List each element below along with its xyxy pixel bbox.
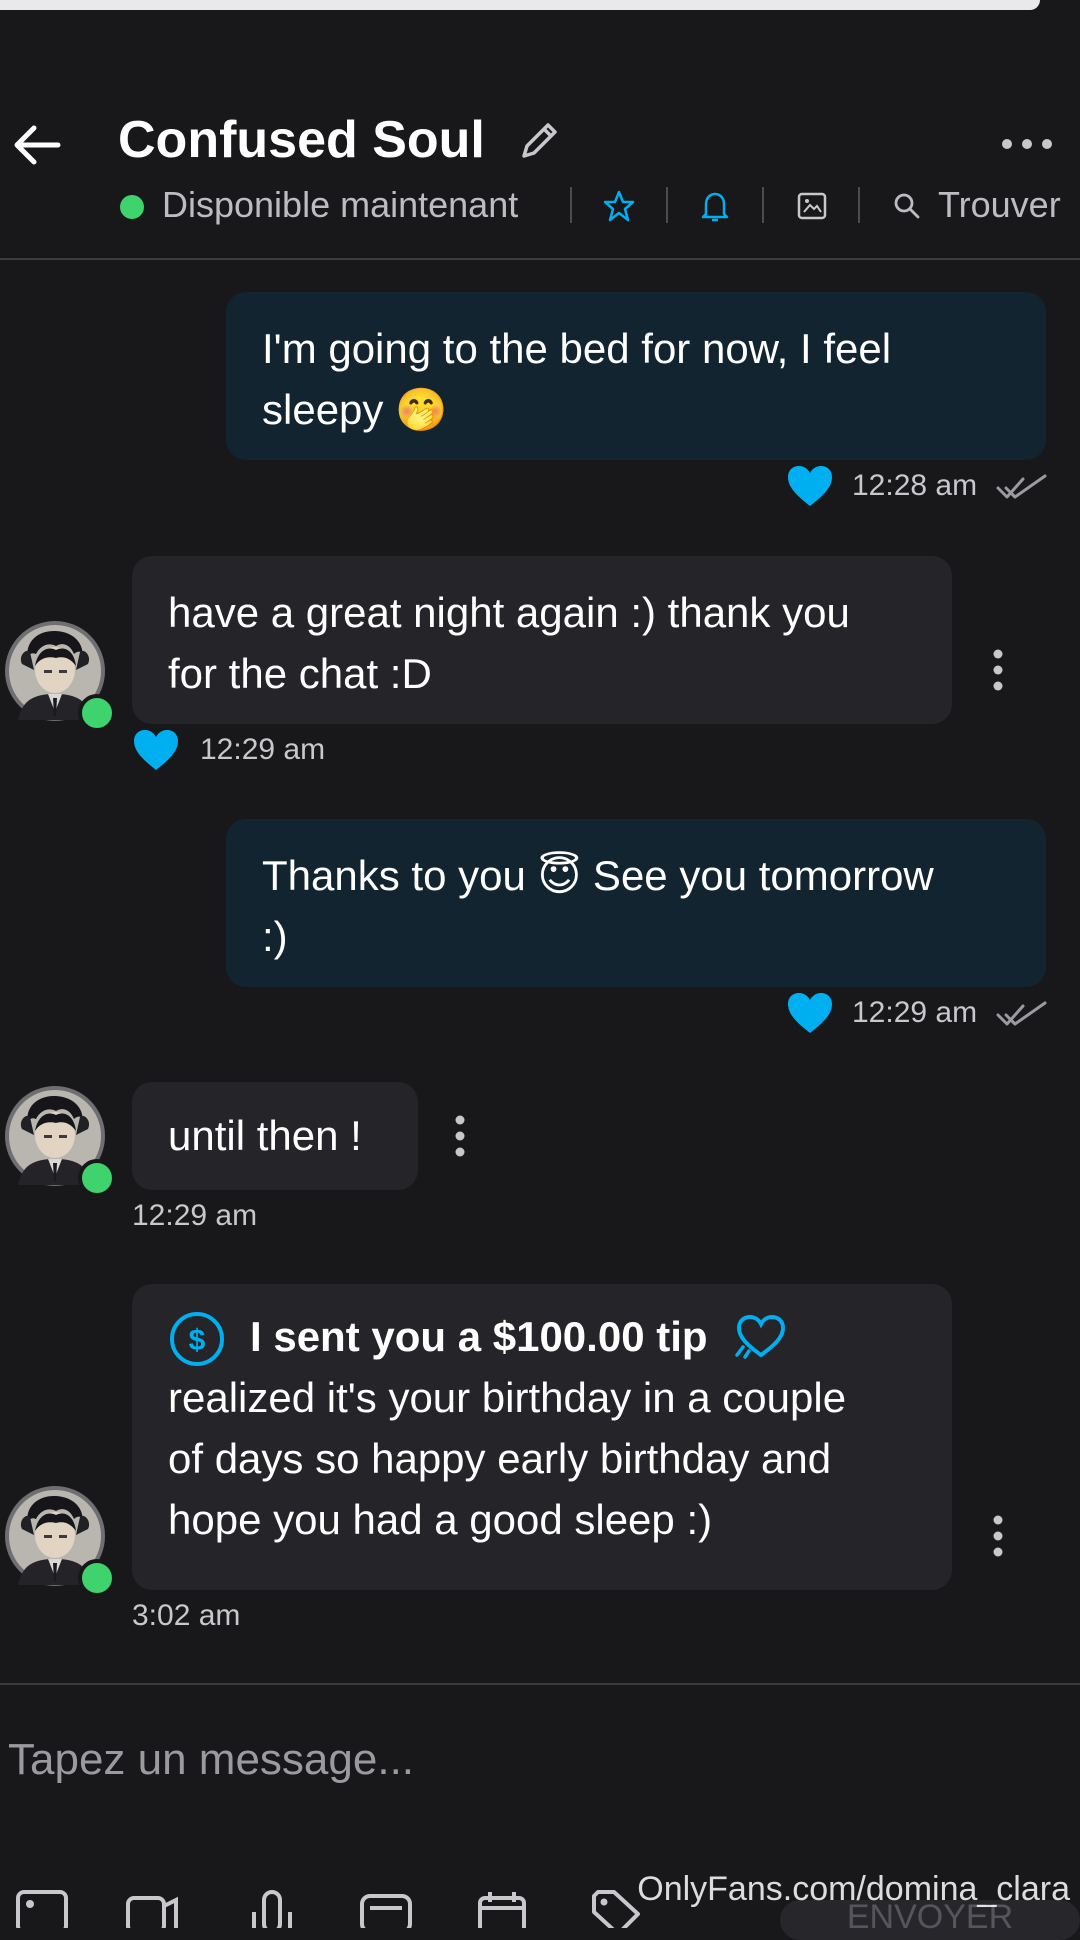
- top-edge: [0, 0, 1040, 10]
- message-meta: 12:28 am: [786, 462, 1056, 508]
- divider: [666, 187, 668, 223]
- message-text-line: I'm going to the bed for now, I feel: [262, 325, 892, 372]
- double-check-icon: [996, 1001, 1048, 1029]
- heart-icon[interactable]: [786, 991, 834, 1035]
- bell-icon[interactable]: [698, 189, 732, 223]
- price-tag-icon[interactable]: [588, 1888, 644, 1928]
- attach-image-icon[interactable]: [14, 1888, 70, 1928]
- find-button[interactable]: Trouver: [892, 183, 1072, 227]
- status-row: Disponible maintenant Trouver: [0, 175, 1080, 235]
- chat-header: Confused Soul Disponible maintenant Trou…: [0, 32, 1080, 260]
- tip-message-bubble[interactable]: $ I sent you a $100.00 tip realized it's…: [132, 1284, 952, 1590]
- message-meta: 3:02 am: [132, 1596, 332, 1642]
- tip-line: $ I sent you a $100.00 tip: [168, 1306, 916, 1367]
- kebab-icon[interactable]: [988, 1514, 1008, 1558]
- divider: [762, 187, 764, 223]
- message-time: 12:29 am: [852, 996, 978, 1029]
- message-meta: 12:29 am: [132, 1196, 332, 1242]
- message-time: 12:29 am: [200, 733, 326, 766]
- divider: [858, 187, 860, 223]
- watermark: OnlyFans.com/domina_clara: [637, 1870, 1070, 1908]
- message-text-line: hope you had a good sleep :): [168, 1496, 713, 1543]
- more-horizontal-icon[interactable]: [1000, 132, 1054, 156]
- calendar-icon[interactable]: [474, 1888, 530, 1928]
- availability-status: Disponible maintenant: [162, 184, 519, 225]
- search-icon: [894, 193, 920, 219]
- message-text-line: have a great night again :) thank you: [168, 589, 850, 636]
- chat-title[interactable]: Confused Soul: [118, 110, 485, 170]
- online-indicator: [120, 195, 144, 219]
- svg-text:$: $: [189, 1324, 206, 1357]
- online-indicator: [78, 694, 116, 732]
- message-text-line: sleepy 🤭: [262, 386, 448, 433]
- double-check-icon: [996, 474, 1048, 502]
- composer-divider: [0, 1683, 1080, 1685]
- back-arrow-icon[interactable]: [12, 120, 62, 170]
- message-time: 12:28 am: [852, 469, 978, 502]
- message-text-line: realized it's your birthday in a couple: [168, 1374, 847, 1421]
- message-text-line: Thanks to you 😇 See you tomorrow: [262, 852, 934, 899]
- message-bubble-incoming[interactable]: have a great night again :) thank you fo…: [132, 556, 952, 724]
- message-text-line: for the chat :D: [168, 650, 432, 697]
- online-indicator: [78, 1559, 116, 1597]
- online-indicator: [78, 1159, 116, 1197]
- message-bubble-outgoing[interactable]: Thanks to you 😇 See you tomorrow :): [226, 819, 1046, 987]
- heart-icon[interactable]: [132, 728, 180, 772]
- message-meta: 12:29 am: [786, 989, 1056, 1035]
- vault-icon[interactable]: [358, 1888, 414, 1928]
- heart-icon[interactable]: [786, 464, 834, 508]
- top-bar: [0, 0, 1080, 32]
- message-meta: 12:29 am: [132, 726, 372, 772]
- kebab-icon[interactable]: [988, 648, 1008, 692]
- microphone-icon[interactable]: [244, 1888, 300, 1928]
- star-icon[interactable]: [602, 189, 636, 223]
- image-icon[interactable]: [795, 189, 829, 223]
- message-text-line: :): [262, 913, 288, 960]
- divider: [570, 187, 572, 223]
- message-bubble-incoming[interactable]: until then !: [132, 1082, 418, 1190]
- heart-icon: [735, 1314, 786, 1359]
- message-bubble-outgoing[interactable]: I'm going to the bed for now, I feel sle…: [226, 292, 1046, 460]
- message-text-line: of days so happy early birthday and: [168, 1435, 832, 1482]
- message-time: 12:29 am: [132, 1199, 258, 1232]
- message-text-line: until then !: [168, 1112, 362, 1159]
- pencil-icon[interactable]: [516, 120, 560, 164]
- message-input[interactable]: [8, 1735, 1008, 1785]
- message-time: 3:02 am: [132, 1599, 241, 1632]
- video-icon[interactable]: [124, 1888, 180, 1928]
- find-label: Trouver: [938, 184, 1061, 225]
- dollar-icon: $: [170, 1312, 224, 1366]
- tip-text: I sent you a $100.00 tip: [250, 1313, 708, 1360]
- kebab-icon[interactable]: [450, 1114, 470, 1158]
